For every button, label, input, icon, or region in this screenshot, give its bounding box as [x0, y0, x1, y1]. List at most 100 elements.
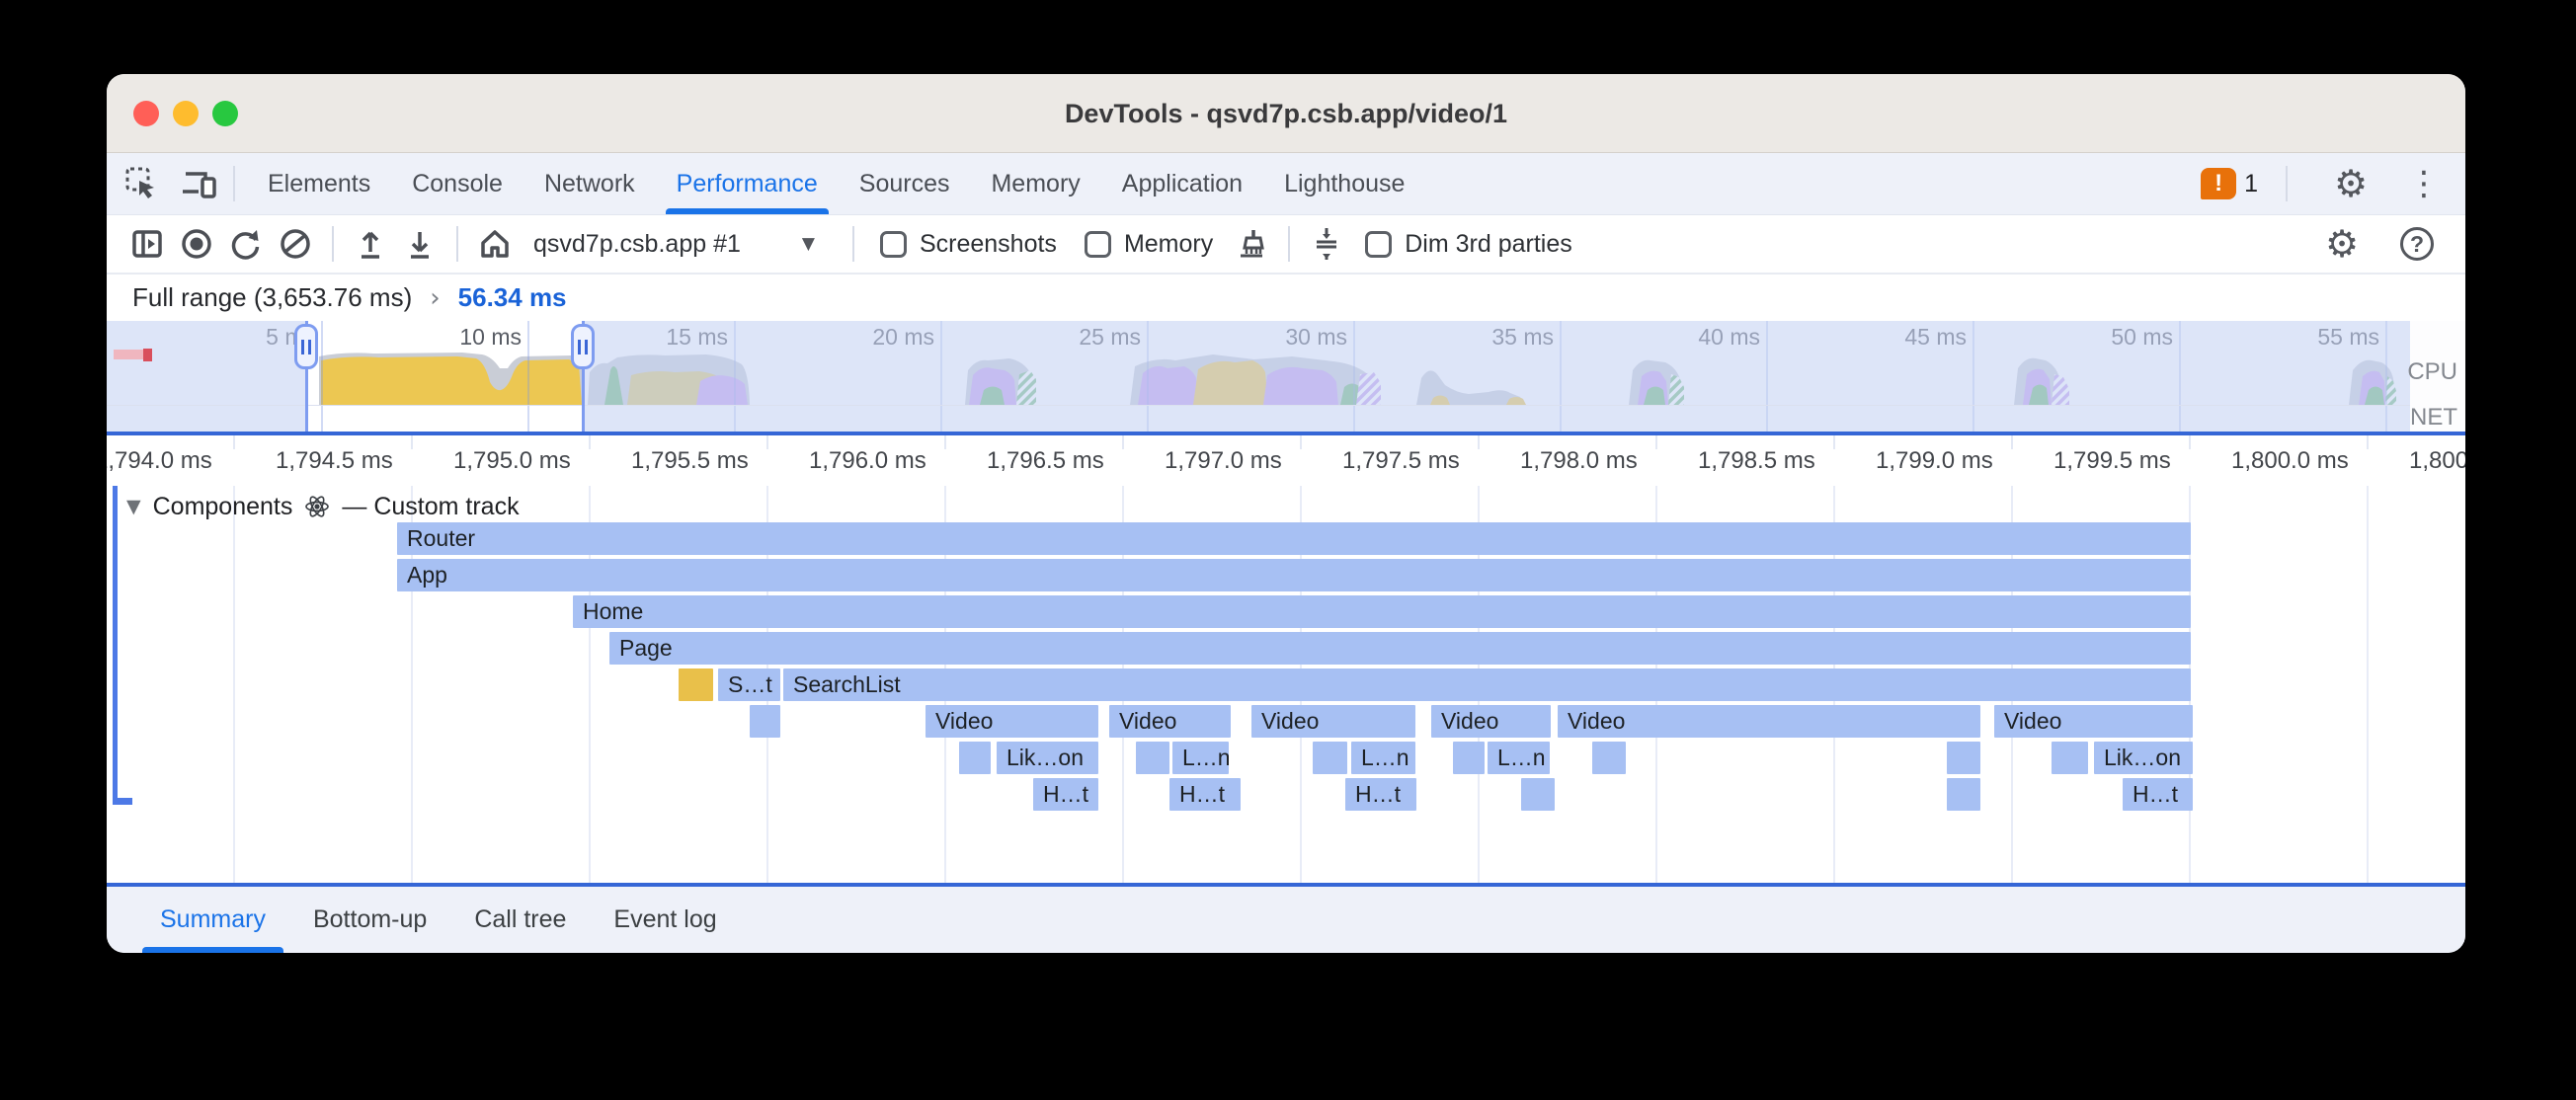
flame-bar[interactable]: Video [1431, 705, 1551, 738]
bottom-tab-call-tree[interactable]: Call tree [450, 887, 590, 953]
flame-bar[interactable]: Video [1558, 705, 1980, 738]
minimap-tick-line [527, 321, 529, 432]
collapse-triangle-icon[interactable]: ▼ [126, 496, 141, 517]
flame-bar[interactable]: H…t [1169, 778, 1241, 811]
inspect-element-button[interactable] [121, 162, 164, 205]
target-selector[interactable]: qsvd7p.csb.app #1 [533, 230, 741, 259]
separator [852, 226, 854, 262]
toggle-sidebar-button[interactable] [125, 222, 169, 266]
tab-memory[interactable]: Memory [970, 153, 1100, 214]
flame-bar[interactable]: Video [1994, 705, 2193, 738]
axis-time-label: 1,798.5 ms [1698, 447, 1815, 475]
components-track-header[interactable]: ▼ Components — Custom track [107, 490, 520, 523]
more-options-button[interactable]: ⋮ [2402, 162, 2446, 205]
full-range-label[interactable]: Full range (3,653.76 ms) [132, 282, 412, 313]
flame-bar[interactable] [1313, 742, 1347, 774]
help-button[interactable]: ? [2395, 222, 2439, 266]
flame-bar[interactable] [1521, 778, 1555, 811]
axis-time-label: 1,799.0 ms [1876, 447, 1993, 475]
flame-bar[interactable] [1947, 778, 1980, 811]
tab-application[interactable]: Application [1101, 153, 1263, 214]
dim-third-parties-checkbox[interactable] [1365, 231, 1392, 258]
axis-time-label: 1,794.5 ms [276, 447, 393, 475]
flame-bar[interactable]: Lik…on [2094, 742, 2193, 774]
screenshots-checkbox[interactable] [880, 231, 907, 258]
memory-toggle[interactable]: Memory [1085, 230, 1213, 259]
flame-bar[interactable] [1592, 742, 1626, 774]
axis-tick-line [411, 435, 413, 449]
load-profile-button[interactable] [349, 222, 392, 266]
flame-bar[interactable] [750, 705, 780, 738]
record-button[interactable] [175, 222, 218, 266]
tab-lighthouse[interactable]: Lighthouse [1263, 153, 1425, 214]
screenshots-toggle[interactable]: Screenshots [880, 230, 1057, 259]
flame-bar[interactable]: Router [397, 522, 2191, 555]
tab-sources[interactable]: Sources [839, 153, 971, 214]
device-toolbar-button[interactable] [178, 162, 221, 205]
axis-time-label: 1,800.0 ms [2231, 447, 2349, 475]
save-profile-button[interactable] [398, 222, 442, 266]
bottom-tab-summary[interactable]: Summary [136, 887, 289, 953]
screen: DevTools - qsvd7p.csb.app/video/1 Elemen… [0, 0, 2576, 1100]
flame-bar[interactable]: App [397, 559, 2191, 591]
flame-bar[interactable] [1136, 742, 1169, 774]
clear-recording-button[interactable] [274, 222, 317, 266]
flame-bar[interactable] [1947, 742, 1980, 774]
flame-bar[interactable]: H…t [2123, 778, 2193, 811]
live-metrics-button[interactable] [473, 222, 517, 266]
flame-chart[interactable]: ▼ Components — Custom track Router App Hom… [107, 486, 2465, 883]
flame-bar[interactable]: SearchList [783, 668, 2191, 701]
flame-bar[interactable] [2052, 742, 2088, 774]
flame-bar[interactable]: L…n [1351, 742, 1415, 774]
axis-tick-line [589, 435, 591, 449]
timeline-overview[interactable]: 5 ms10 ms15 ms20 ms25 ms30 ms35 ms40 ms4… [107, 321, 2465, 435]
flame-bar[interactable]: H…t [1033, 778, 1098, 811]
flame-bar[interactable]: Video [1251, 705, 1415, 738]
tab-console[interactable]: Console [391, 153, 523, 214]
flame-bar[interactable]: H…t [1345, 778, 1416, 811]
selection-left-handle[interactable] [294, 324, 318, 369]
axis-tick-line [944, 435, 946, 449]
axis-time-label: 1,799.5 ms [2053, 447, 2171, 475]
issues-button[interactable]: ! 1 [2201, 168, 2258, 199]
chevron-right-icon: › [430, 283, 440, 313]
flame-bar[interactable]: Home [573, 595, 2191, 628]
memory-checkbox[interactable] [1085, 231, 1111, 258]
cpu-lane-label: CPU [2407, 358, 2457, 386]
bottom-tab-bottom-up[interactable]: Bottom-up [289, 887, 450, 953]
device-toolbar-icon [181, 166, 218, 201]
performance-toolbar: qsvd7p.csb.app #1 ▼ Screenshots Memory [107, 215, 2465, 275]
axis-time-label: 1,797.0 ms [1165, 447, 1282, 475]
flame-bar[interactable]: L…n [1488, 742, 1550, 774]
dim-third-parties-toggle[interactable]: Dim 3rd parties [1365, 230, 1572, 259]
capture-settings-button[interactable]: ⚙ [2320, 222, 2364, 266]
flame-bar[interactable]: Lik…on [997, 742, 1098, 774]
warning-icon: ! [2201, 168, 2236, 199]
flame-bar[interactable] [959, 742, 991, 774]
tab-performance[interactable]: Performance [656, 153, 839, 214]
axis-tick-line [2367, 435, 2369, 449]
home-icon [477, 226, 513, 262]
axis-time-label: 1,795.0 ms [453, 447, 571, 475]
upload-icon [354, 226, 387, 262]
settings-button[interactable]: ⚙ [2329, 162, 2373, 205]
tab-elements[interactable]: Elements [247, 153, 391, 214]
flame-bar[interactable]: L…n [1172, 742, 1229, 774]
axis-tick-line [1300, 435, 1302, 449]
selection-right-handle[interactable] [571, 324, 595, 369]
flame-bar[interactable] [679, 668, 713, 701]
flame-bar[interactable]: S…t [718, 668, 780, 701]
issue-count: 1 [2244, 170, 2258, 198]
tab-network[interactable]: Network [523, 153, 656, 214]
collapse-tracks-button[interactable] [1305, 222, 1348, 266]
axis-time-label: 1,796.5 ms [987, 447, 1104, 475]
garbage-collect-button[interactable] [1230, 222, 1273, 266]
flame-bar[interactable]: Page [609, 632, 2191, 665]
flame-bar[interactable] [1453, 742, 1485, 774]
flame-bar[interactable]: Video [926, 705, 1098, 738]
flame-bar[interactable]: Video [1109, 705, 1231, 738]
record-and-reload-button[interactable] [224, 222, 268, 266]
bottom-tab-event-log[interactable]: Event log [590, 887, 740, 953]
chevron-down-icon[interactable]: ▼ [802, 234, 815, 254]
flame-grid-line [2367, 486, 2369, 883]
